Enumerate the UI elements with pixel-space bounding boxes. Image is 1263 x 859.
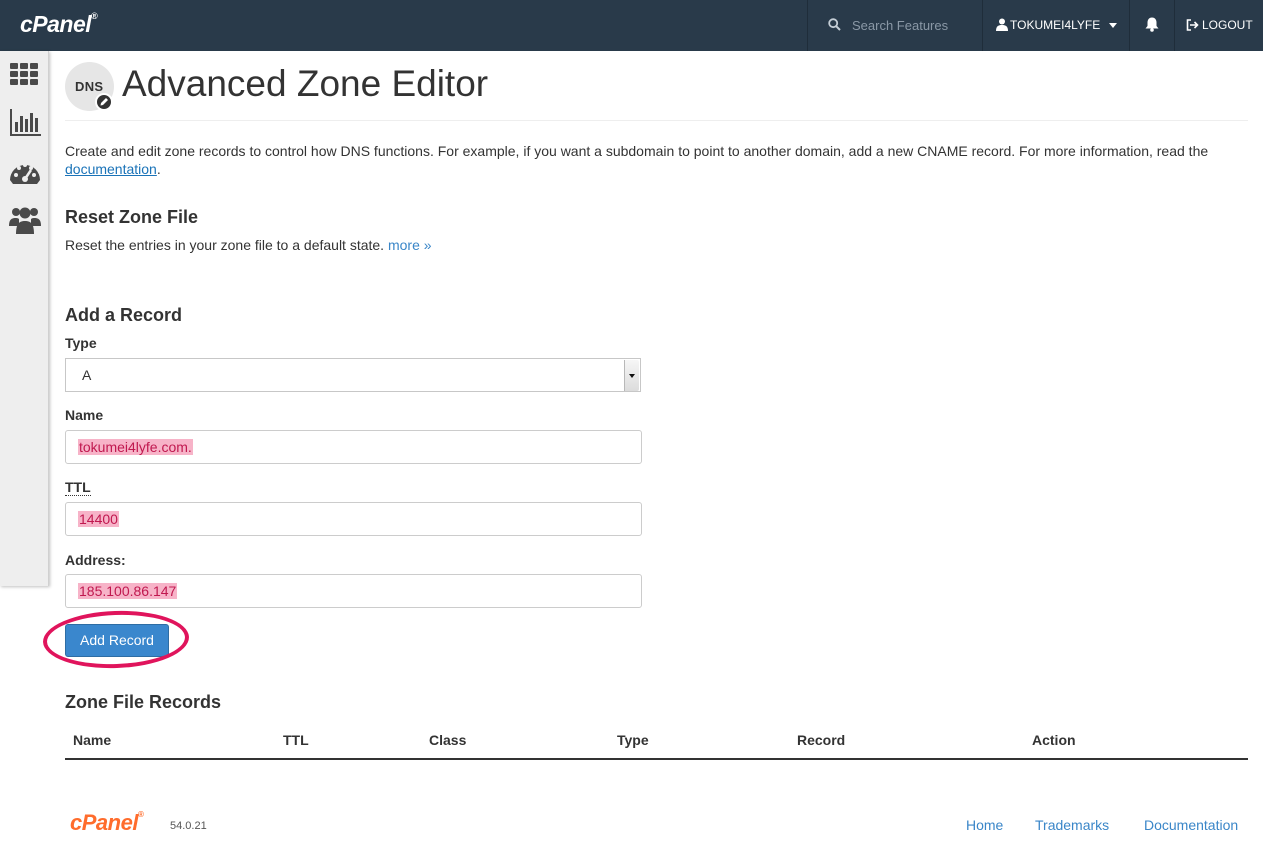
users-icon: [9, 207, 41, 234]
edit-pencil-icon: [95, 93, 113, 111]
logout-icon: [1186, 19, 1199, 31]
column-header-record[interactable]: Record: [797, 732, 845, 748]
column-header-action: Action: [1032, 732, 1076, 748]
search-icon: [828, 18, 841, 31]
zone-records-table-header: Name TTL Class Type Record Action: [65, 728, 1248, 760]
type-select[interactable]: A: [65, 358, 641, 392]
logout-button[interactable]: LOGOUT: [1175, 0, 1263, 51]
column-header-name[interactable]: Name: [73, 732, 111, 748]
ttl-input[interactable]: 14400: [65, 502, 642, 536]
documentation-link[interactable]: documentation: [65, 161, 157, 177]
pencil-icon: [100, 98, 108, 106]
sidebar-item-home[interactable]: [8, 56, 42, 90]
intro-body: Create and edit zone records to control …: [65, 143, 1209, 159]
reset-zone-text: Reset the entries in your zone file to a…: [65, 237, 385, 253]
type-selected-value: A: [82, 367, 92, 383]
name-input[interactable]: tokumei4lyfe.com.: [65, 430, 642, 464]
sidebar-item-statistics[interactable]: [8, 105, 42, 139]
user-icon: [996, 18, 1008, 31]
apps-grid-icon: [10, 63, 38, 85]
notifications-button[interactable]: [1130, 0, 1174, 51]
more-link[interactable]: more »: [388, 237, 432, 253]
sidebar-item-users[interactable]: [8, 202, 42, 236]
address-value: 185.100.86.147: [78, 583, 178, 599]
bell-icon: [1145, 17, 1159, 32]
address-input[interactable]: 185.100.86.147: [65, 574, 642, 608]
address-label: Address:: [65, 552, 126, 568]
name-label: Name: [65, 407, 104, 423]
footer-link-trademarks[interactable]: Trademarks: [1035, 817, 1109, 833]
footer-logo-text: cPanel: [70, 810, 138, 835]
add-record-heading: Add a Record: [65, 305, 183, 325]
logout-label: LOGOUT: [1202, 18, 1253, 32]
ttl-label: TTL: [65, 479, 91, 496]
ttl-value: 14400: [78, 511, 119, 527]
search-features: [808, 0, 982, 51]
column-header-type[interactable]: Type: [617, 732, 649, 748]
dns-icon: DNS: [65, 62, 114, 111]
user-menu[interactable]: TOKUMEI4LYFE: [983, 0, 1129, 51]
dashboard-gauge-icon: [10, 163, 40, 184]
cpanel-logo[interactable]: cPanel®: [20, 11, 98, 38]
statistics-chart-icon: [10, 109, 41, 136]
column-header-ttl[interactable]: TTL: [283, 732, 309, 748]
search-input[interactable]: [852, 15, 977, 35]
username: TOKUMEI4LYFE: [1010, 18, 1101, 32]
cpanel-logo-text: cPanel: [20, 11, 92, 37]
reset-zone-heading: Reset Zone File: [65, 207, 199, 227]
registered-mark: ®: [137, 810, 144, 819]
intro-end: .: [156, 161, 161, 177]
intro-text: Create and edit zone records to control …: [65, 142, 1248, 178]
footer-cpanel-logo[interactable]: cPanel®: [70, 810, 144, 836]
sidebar: [0, 51, 49, 586]
column-header-class[interactable]: Class: [429, 732, 466, 748]
chevron-down-icon: [1109, 23, 1117, 28]
name-value: tokumei4lyfe.com.: [78, 439, 193, 455]
registered-mark: ®: [91, 11, 98, 21]
type-label: Type: [65, 335, 97, 351]
page-title: Advanced Zone Editor: [122, 63, 489, 104]
sidebar-item-dashboard[interactable]: [8, 155, 42, 189]
chevron-down-icon: [624, 360, 639, 391]
footer-link-documentation[interactable]: Documentation: [1144, 817, 1238, 833]
footer-link-home[interactable]: Home: [966, 817, 1003, 833]
title-divider: [65, 120, 1248, 121]
reset-zone-description: Reset the entries in your zone file to a…: [65, 237, 432, 253]
dns-icon-label: DNS: [75, 79, 104, 94]
zone-file-records-heading: Zone File Records: [65, 692, 222, 712]
top-navbar: cPanel® TOKUMEI4LYFE LOGOUT: [0, 0, 1263, 51]
highlight-annotation-circle: [42, 608, 190, 671]
version-number: 54.0.21: [170, 820, 207, 832]
